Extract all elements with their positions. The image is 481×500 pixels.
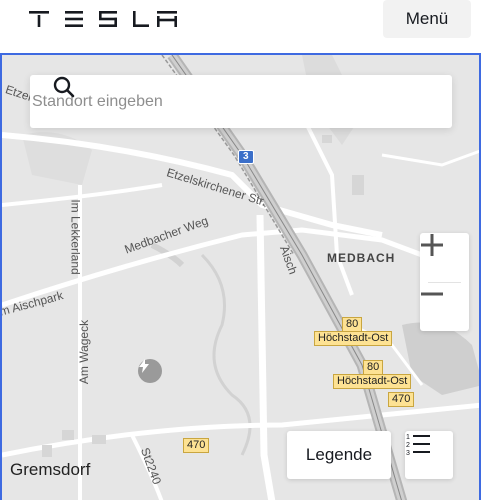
map[interactable]: Etzels Etzelskirchener Str. Medbacher We… [0, 53, 481, 500]
town-label-medbach: MEDBACH [327, 251, 396, 265]
route-label-1: 470 [388, 392, 415, 407]
minus-icon [421, 292, 443, 296]
legend-button[interactable]: Legende [287, 431, 391, 479]
motorway-shield: 3 [238, 150, 254, 164]
exit-number-2: 80 [363, 360, 384, 375]
lightning-icon [139, 359, 149, 373]
street-label-im-lekkerland: Im Lekkerland [68, 199, 83, 275]
tesla-logo[interactable] [29, 11, 177, 32]
location-search[interactable] [30, 75, 452, 128]
exit-number-1: 80 [342, 317, 363, 332]
svg-text:2: 2 [406, 442, 410, 449]
street-label-am-wageck: Am Wageck [77, 319, 92, 385]
site-header: Menü [0, 0, 481, 52]
exit-label-2: Höchstadt-Ost [333, 374, 412, 389]
svg-text:1: 1 [406, 434, 410, 441]
svg-text:3: 3 [406, 450, 410, 457]
town-label-gremsdorf: Gremsdorf [10, 460, 91, 479]
menu-button[interactable]: Menü [383, 0, 471, 38]
tesla-wordmark [29, 11, 177, 27]
exit-label-1: Höchstadt-Ost [314, 331, 393, 346]
search-icon [53, 76, 75, 98]
zoom-out-button[interactable] [420, 282, 469, 331]
plus-icon [421, 234, 443, 256]
route-label-2: 470 [183, 438, 210, 453]
zoom-control [420, 233, 469, 331]
numbered-list-icon: 1 2 3 [406, 434, 430, 457]
zoom-in-button[interactable] [420, 233, 469, 282]
list-view-button[interactable]: 1 2 3 [405, 431, 453, 479]
charger-pin-icon[interactable] [138, 359, 162, 383]
